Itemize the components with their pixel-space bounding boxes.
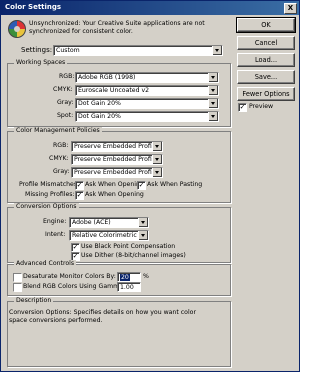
blend-gamma-label: Blend RGB Colors Using Gamma: (23, 283, 126, 290)
intent-select[interactable]: Relative Colorimetric (69, 230, 149, 241)
ok-button[interactable]: OK (236, 17, 296, 33)
missing-profiles-label: Missing Profiles: (25, 191, 75, 198)
intent-value: Relative Colorimetric (72, 232, 137, 239)
policy-rgb-value: Preserve Embedded Profiles (74, 143, 161, 150)
load-button[interactable]: Load... (237, 53, 295, 67)
intent-label: Intent: (45, 231, 66, 238)
color-settings-dialog: Color Settings X Unsynchronized: Your Cr… (0, 0, 300, 372)
chevron-down-icon (152, 168, 162, 177)
working-spaces-title: Working Spaces (14, 59, 68, 66)
blend-gamma-checkbox[interactable] (13, 283, 22, 292)
engine-value: Adobe (ACE) (72, 219, 111, 226)
chevron-down-icon (152, 155, 162, 164)
missing-ask-opening-checkbox[interactable]: ✓ (75, 191, 84, 200)
blend-gamma-value: 1.00 (120, 283, 134, 291)
chevron-down-icon (138, 218, 148, 227)
advanced-controls-title: Advanced Controls (14, 260, 77, 267)
policy-gray-label: Gray: (53, 168, 70, 175)
ws-rgb-select[interactable]: Adobe RGB (1998) (75, 72, 219, 83)
save-button[interactable]: Save... (237, 70, 295, 84)
title-bar: Color Settings X (1, 1, 299, 15)
chevron-down-icon (212, 46, 222, 55)
policy-cmyk-label: CMYK: (49, 155, 69, 162)
chevron-down-icon (138, 231, 148, 240)
desaturate-label: Desaturate Monitor Colors By: (23, 273, 116, 280)
ws-cmyk-select[interactable]: Euroscale Uncoated v2 (75, 85, 219, 96)
ws-spot-value: Dot Gain 20% (78, 113, 121, 120)
settings-value: Custom (56, 47, 80, 54)
engine-label: Engine: (43, 218, 67, 225)
ask-when-pasting-label: Ask When Pasting (147, 181, 203, 188)
fewer-options-button[interactable]: Fewer Options (237, 87, 295, 101)
chevron-down-icon (208, 86, 218, 95)
sync-message: Unsynchronized: Your Creative Suite appl… (29, 20, 205, 35)
policies-title: Color Management Policies (14, 127, 102, 134)
policy-gray-value: Preserve Embedded Profiles (74, 169, 161, 176)
ws-gray-value: Dot Gain 20% (78, 100, 121, 107)
ws-spot-select[interactable]: Dot Gain 20% (75, 111, 219, 122)
dither-label: Use Dither (8-bit/channel images) (81, 252, 186, 259)
ws-gray-label: Gray: (57, 99, 74, 106)
ask-when-opening-checkbox[interactable]: ✓ (75, 181, 84, 190)
ws-spot-label: Spot: (57, 112, 74, 119)
color-wheel-icon (8, 20, 26, 38)
profile-mismatches-label: Profile Mismatches: (19, 181, 80, 188)
policy-rgb-label: RGB: (53, 142, 69, 149)
settings-label: Settings: (21, 46, 53, 54)
ask-when-pasting-checkbox[interactable]: ✓ (137, 181, 146, 190)
ask-when-opening-label: Ask When Opening (85, 181, 144, 188)
desaturate-value: 20 (120, 273, 130, 281)
engine-select[interactable]: Adobe (ACE) (69, 217, 149, 228)
policy-gray-select[interactable]: Preserve Embedded Profiles (71, 167, 163, 178)
chevron-down-icon (208, 112, 218, 121)
policy-cmyk-select[interactable]: Preserve Embedded Profiles (71, 154, 163, 165)
conversion-options-title: Conversion Options (14, 203, 79, 210)
chevron-down-icon (208, 99, 218, 108)
bpc-checkbox[interactable]: ✓ (71, 243, 80, 252)
cancel-button[interactable]: Cancel (237, 36, 295, 50)
chevron-down-icon (152, 142, 162, 151)
settings-select[interactable]: Custom (53, 45, 223, 56)
ws-cmyk-value: Euroscale Uncoated v2 (78, 87, 150, 94)
ws-rgb-label: RGB: (59, 73, 75, 80)
desaturate-checkbox[interactable] (13, 273, 22, 282)
blend-gamma-input[interactable]: 1.00 (117, 282, 141, 292)
policy-rgb-select[interactable]: Preserve Embedded Profiles (71, 141, 163, 152)
percent-label: % (143, 273, 149, 280)
preview-checkbox[interactable]: ✓ (238, 103, 247, 112)
description-title: Description (14, 297, 54, 304)
ws-gray-select[interactable]: Dot Gain 20% (75, 98, 219, 109)
preview-label: Preview (249, 103, 274, 110)
missing-ask-opening-label: Ask When Opening (85, 191, 144, 198)
close-icon[interactable]: X (284, 3, 297, 14)
bpc-label: Use Black Point Compensation (81, 243, 176, 250)
policy-cmyk-value: Preserve Embedded Profiles (74, 156, 161, 163)
ws-rgb-value: Adobe RGB (1998) (78, 74, 136, 81)
description-text: Conversion Options: Specifies details on… (9, 309, 196, 324)
desaturate-input[interactable]: 20 (117, 272, 141, 282)
window-title: Color Settings (5, 3, 62, 11)
chevron-down-icon (208, 73, 218, 82)
ws-cmyk-label: CMYK: (53, 86, 73, 93)
